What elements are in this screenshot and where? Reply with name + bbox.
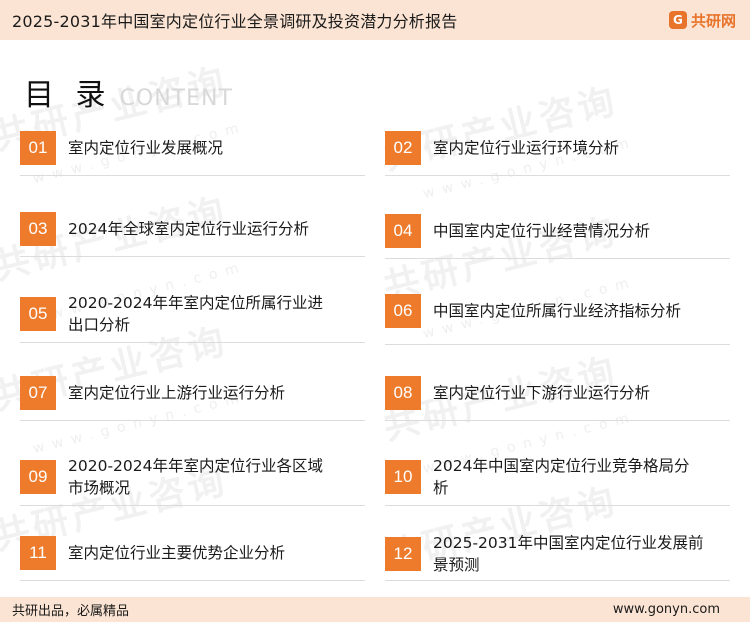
toc-heading: 目 录 CONTENT [24, 70, 233, 114]
toc-item-11[interactable]: 11 室内定位行业主要优势企业分析 [20, 536, 365, 570]
toc-item-label: 2024年全球室内定位行业运行分析 [68, 220, 309, 238]
divider [20, 420, 365, 421]
divider [20, 175, 365, 176]
footer-bar: 共研出品，必属精品 www.gonyn.com [0, 597, 750, 622]
toc-item-label: 中国室内定位行业经营情况分析 [433, 222, 651, 240]
toc-item-05[interactable]: 05 2020-2024年年室内定位所属行业进出口分析 [20, 292, 365, 336]
header-bar: 2025-2031年中国室内定位行业全景调研及投资潜力分析报告 G 共研网 [0, 0, 750, 40]
toc-item-07[interactable]: 07 室内定位行业上游行业运行分析 [20, 376, 365, 410]
toc-heading-en: CONTENT [119, 86, 233, 111]
toc-item-12[interactable]: 12 2025-2031年中国室内定位行业发展前景预测 [385, 532, 730, 576]
divider [385, 344, 730, 345]
toc-item-label: 2024年中国室内定位行业竞争格局分析 [433, 457, 690, 497]
toc-item-number: 11 [20, 536, 56, 570]
toc-item-number: 04 [385, 214, 421, 248]
toc-heading-cn: 目 录 [24, 78, 112, 113]
toc-item-label: 室内定位行业下游行业运行分析 [433, 384, 651, 402]
brand-logo-icon: G [668, 11, 687, 29]
divider [20, 256, 365, 257]
toc-item-label: 2020-2024年年室内定位行业各区域市场概况 [68, 457, 323, 497]
toc-item-number: 12 [385, 537, 421, 571]
divider [385, 505, 730, 506]
toc-item-03[interactable]: 03 2024年全球室内定位行业运行分析 [20, 212, 365, 246]
divider [385, 175, 730, 176]
toc-item-label: 中国室内定位所属行业经济指标分析 [433, 302, 682, 320]
toc-item-number: 10 [385, 460, 421, 494]
toc-item-label: 室内定位行业主要优势企业分析 [68, 544, 286, 562]
toc-item-number: 01 [20, 131, 56, 165]
brand-name: 共研网 [690, 11, 736, 30]
divider [20, 580, 365, 581]
toc-item-04[interactable]: 04 中国室内定位行业经营情况分析 [385, 214, 730, 248]
toc-item-label: 室内定位行业上游行业运行分析 [68, 384, 286, 402]
toc-item-number: 07 [20, 376, 56, 410]
brand-logo[interactable]: G 共研网 [668, 10, 736, 31]
toc-item-number: 06 [385, 294, 421, 328]
toc-item-01[interactable]: 01 室内定位行业发展概况 [20, 131, 365, 165]
divider [20, 505, 365, 506]
divider [20, 342, 365, 343]
toc-item-number: 08 [385, 376, 421, 410]
toc-item-02[interactable]: 02 室内定位行业运行环境分析 [385, 131, 730, 165]
toc-item-10[interactable]: 10 2024年中国室内定位行业竞争格局分析 [385, 455, 730, 499]
toc-item-08[interactable]: 08 室内定位行业下游行业运行分析 [385, 376, 730, 410]
divider [385, 258, 730, 259]
footer-slogan: 共研出品，必属精品 [12, 604, 130, 619]
toc-item-label: 2025-2031年中国室内定位行业发展前景预测 [433, 534, 704, 574]
divider [385, 580, 730, 581]
toc-item-number: 03 [20, 212, 56, 246]
divider [385, 420, 730, 421]
footer-website-link[interactable]: www.gonyn.com [613, 602, 720, 617]
toc-item-number: 05 [20, 297, 56, 331]
toc-item-label: 室内定位行业发展概况 [68, 139, 224, 157]
toc-item-label: 室内定位行业运行环境分析 [433, 139, 620, 157]
toc-item-number: 02 [385, 131, 421, 165]
report-title: 2025-2031年中国室内定位行业全景调研及投资潜力分析报告 [12, 12, 458, 31]
toc-item-09[interactable]: 09 2020-2024年年室内定位行业各区域市场概况 [20, 455, 365, 499]
toc-item-number: 09 [20, 460, 56, 494]
toc-item-06[interactable]: 06 中国室内定位所属行业经济指标分析 [385, 294, 730, 328]
toc-item-label: 2020-2024年年室内定位所属行业进出口分析 [68, 294, 323, 334]
